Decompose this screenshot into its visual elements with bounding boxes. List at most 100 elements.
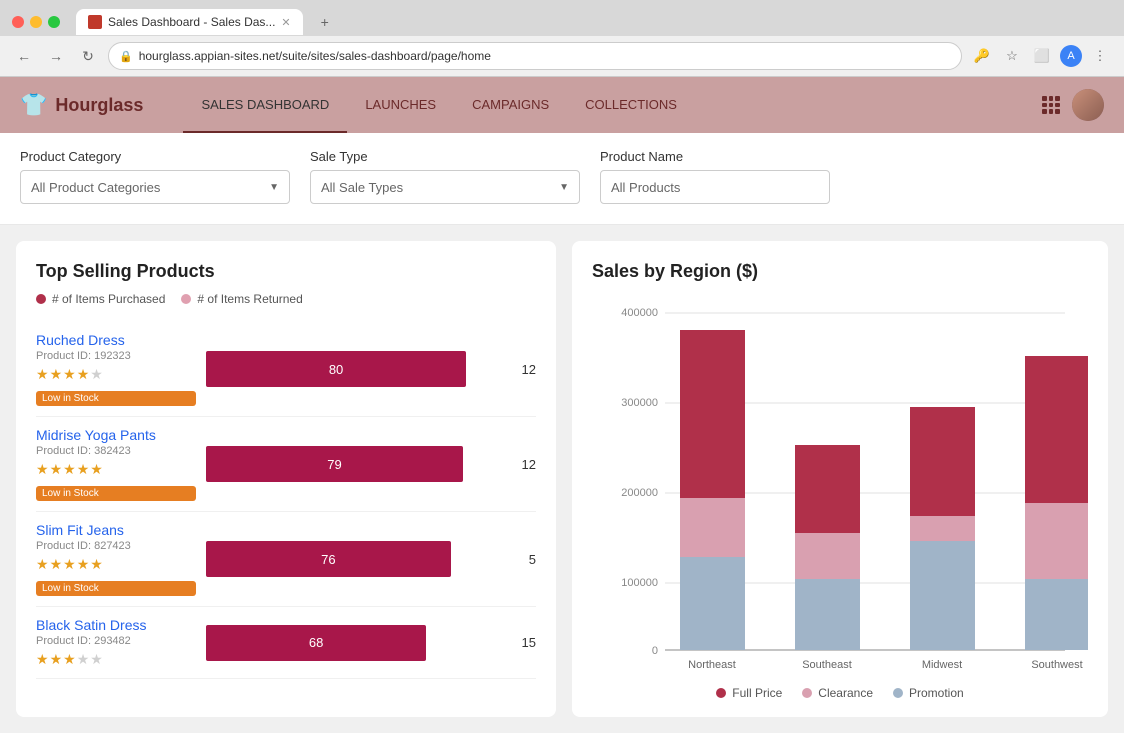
nav-sales-dashboard[interactable]: SALES DASHBOARD xyxy=(183,77,347,133)
bar-southeast-promotion xyxy=(795,579,860,650)
nav-launches[interactable]: LAUNCHES xyxy=(347,77,454,133)
star-1: ★ xyxy=(36,461,49,478)
app-nav: SALES DASHBOARD LAUNCHES CAMPAIGNS COLLE… xyxy=(183,77,1042,133)
traffic-lights xyxy=(12,16,60,28)
table-row: Ruched Dress Product ID: 192323 ★ ★ ★ ★ … xyxy=(36,322,536,417)
app-header: 👕 Hourglass SALES DASHBOARD LAUNCHES CAM… xyxy=(0,77,1124,133)
bar-wrapper: 76 xyxy=(206,541,512,577)
product-info: Ruched Dress Product ID: 192323 ★ ★ ★ ★ … xyxy=(36,332,196,406)
bar-value: 68 xyxy=(309,635,323,650)
product-info: Black Satin Dress Product ID: 293482 ★ ★… xyxy=(36,617,196,668)
product-info: Midrise Yoga Pants Product ID: 382423 ★ … xyxy=(36,427,196,501)
product-name-value: All Products xyxy=(611,180,680,195)
product-category-select[interactable]: All Product Categories ▼ xyxy=(20,170,290,204)
star-2: ★ xyxy=(50,461,63,478)
table-row: Midrise Yoga Pants Product ID: 382423 ★ … xyxy=(36,417,536,512)
logo-icon: 👕 xyxy=(20,92,47,118)
browser-tab[interactable]: Sales Dashboard - Sales Das... ✕ xyxy=(76,9,303,35)
product-rating: ★ ★ ★ ★ ★ xyxy=(36,366,196,383)
tab-close-button[interactable]: ✕ xyxy=(281,16,290,29)
filters-row: Product Category All Product Categories … xyxy=(20,149,1104,204)
product-name[interactable]: Midrise Yoga Pants xyxy=(36,427,196,443)
bar-southwest-clearance xyxy=(1025,503,1088,579)
product-id: Product ID: 382423 xyxy=(36,445,196,457)
returned-value: 15 xyxy=(516,635,536,650)
svg-text:Southwest: Southwest xyxy=(1031,659,1082,671)
back-button[interactable]: ← xyxy=(12,44,36,68)
product-name-input[interactable]: All Products xyxy=(600,170,830,204)
svg-text:400000: 400000 xyxy=(621,307,658,319)
sale-type-label: Sale Type xyxy=(310,149,580,164)
chevron-down-icon: ▼ xyxy=(269,182,279,193)
new-tab-button[interactable]: + xyxy=(311,8,339,36)
nav-collections[interactable]: COLLECTIONS xyxy=(567,77,695,133)
star-4: ★ xyxy=(77,556,90,573)
bar-wrapper: 68 xyxy=(206,625,512,661)
svg-text:100000: 100000 xyxy=(621,577,658,589)
bar-value: 76 xyxy=(321,552,335,567)
star-5: ★ xyxy=(90,366,103,383)
bar-container: 80 12 xyxy=(206,351,536,387)
star-3: ★ xyxy=(63,366,76,383)
bar-container: 68 15 xyxy=(206,625,536,661)
product-rating: ★ ★ ★ ★ ★ xyxy=(36,651,196,668)
reload-button[interactable]: ↻ xyxy=(76,44,100,68)
reading-mode-icon[interactable]: ⬜ xyxy=(1030,44,1054,68)
legend-dot-promotion xyxy=(893,688,903,698)
svg-text:Midwest: Midwest xyxy=(922,659,962,671)
product-id: Product ID: 293482 xyxy=(36,635,196,647)
chart-area: 400000 300000 200000 100000 0 xyxy=(592,298,1088,678)
chart-legend: # of Items Purchased # of Items Returned xyxy=(36,292,536,306)
sale-type-filter: Sale Type All Sale Types ▼ xyxy=(310,149,580,204)
logo-text: Hourglass xyxy=(55,95,143,116)
legend-purchased: # of Items Purchased xyxy=(36,292,165,306)
bar-northeast-promotion xyxy=(680,557,745,650)
product-name[interactable]: Ruched Dress xyxy=(36,332,196,348)
browser-chrome: Sales Dashboard - Sales Das... ✕ + ← → ↻… xyxy=(0,0,1124,77)
nav-campaigns[interactable]: CAMPAIGNS xyxy=(454,77,567,133)
purchased-bar: 80 xyxy=(206,351,466,387)
menu-icon[interactable]: ⋮ xyxy=(1088,44,1112,68)
url-text: hourglass.appian-sites.net/suite/sites/s… xyxy=(139,49,491,63)
product-name[interactable]: Slim Fit Jeans xyxy=(36,522,196,538)
key-icon[interactable]: 🔑 xyxy=(970,44,994,68)
star-3: ★ xyxy=(63,556,76,573)
returned-value: 12 xyxy=(516,457,536,472)
star-5: ★ xyxy=(90,461,103,478)
filters-section: Product Category All Product Categories … xyxy=(0,133,1124,225)
close-button[interactable] xyxy=(12,16,24,28)
address-bar[interactable]: 🔒 hourglass.appian-sites.net/suite/sites… xyxy=(108,42,962,70)
product-name[interactable]: Black Satin Dress xyxy=(36,617,196,633)
sales-chart-panel: Sales by Region ($) 400000 300000 200000… xyxy=(572,241,1108,717)
star-1: ★ xyxy=(36,556,49,573)
product-name-label: Product Name xyxy=(600,149,830,164)
bookmark-icon[interactable]: ☆ xyxy=(1000,44,1024,68)
user-avatar[interactable] xyxy=(1072,89,1104,121)
legend-dot-returned xyxy=(181,294,191,304)
grid-icon[interactable] xyxy=(1042,96,1060,114)
sale-type-select[interactable]: All Sale Types ▼ xyxy=(310,170,580,204)
top-selling-title: Top Selling Products xyxy=(36,261,536,282)
purchased-bar: 76 xyxy=(206,541,451,577)
maximize-button[interactable] xyxy=(48,16,60,28)
star-4: ★ xyxy=(77,461,90,478)
forward-button[interactable]: → xyxy=(44,44,68,68)
returned-value: 12 xyxy=(516,362,536,377)
svg-text:Northeast: Northeast xyxy=(688,659,736,671)
product-info: Slim Fit Jeans Product ID: 827423 ★ ★ ★ … xyxy=(36,522,196,596)
bar-southeast-fullprice xyxy=(795,445,860,533)
star-5: ★ xyxy=(90,556,103,573)
table-row: Black Satin Dress Product ID: 293482 ★ ★… xyxy=(36,607,536,679)
header-actions xyxy=(1042,89,1104,121)
star-3: ★ xyxy=(63,651,76,668)
minimize-button[interactable] xyxy=(30,16,42,28)
profile-icon[interactable]: A xyxy=(1060,45,1082,67)
legend-dot-purchased xyxy=(36,294,46,304)
chart-title: Sales by Region ($) xyxy=(592,261,1088,282)
purchased-bar: 79 xyxy=(206,446,463,482)
sale-type-value: All Sale Types xyxy=(321,180,403,195)
chevron-down-icon-2: ▼ xyxy=(559,182,569,193)
chart-svg: 400000 300000 200000 100000 0 xyxy=(592,298,1088,678)
lock-icon: 🔒 xyxy=(119,50,133,63)
bar-container: 76 5 xyxy=(206,541,536,577)
